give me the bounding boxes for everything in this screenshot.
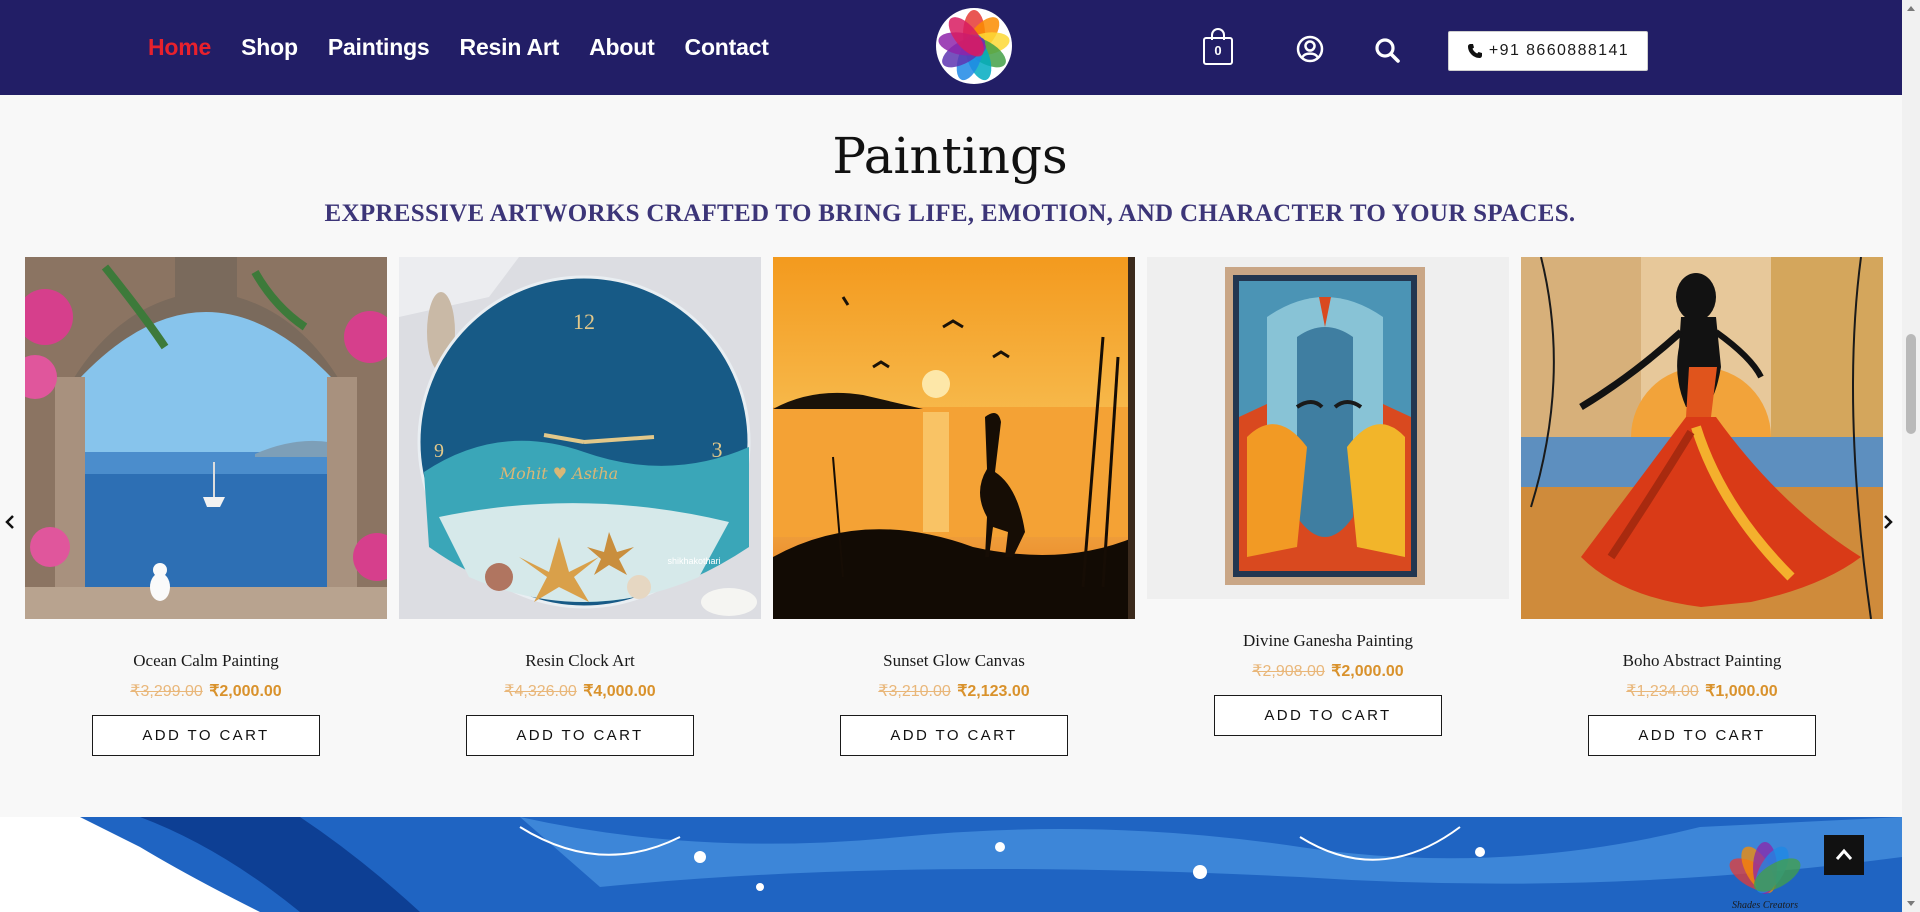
sale-price: ₹2,000.00 [209, 683, 282, 700]
product-image[interactable]: 12 3 9 Mohit ♥ Astha shikhakothari [399, 257, 761, 619]
paint-splash-icon [0, 817, 1902, 912]
product-image[interactable] [25, 257, 387, 619]
sale-price: ₹1,000.00 [1705, 683, 1778, 700]
phone-number: +91 8660888141 [1488, 42, 1630, 59]
sale-price: ₹4,000.00 [583, 683, 656, 700]
main-nav: Home Shop Paintings Resin Art About Cont… [148, 34, 769, 61]
product-name[interactable]: Sunset Glow Canvas [773, 651, 1135, 671]
scrollbar-thumb[interactable] [1906, 334, 1916, 434]
add-to-cart-button[interactable]: ADD TO CART [466, 715, 694, 756]
chevron-right-icon [1884, 515, 1893, 529]
product-price: ₹3,299.00 ₹2,000.00 [25, 681, 387, 701]
nav-item-paintings[interactable]: Paintings [328, 34, 430, 61]
product-name[interactable]: Resin Clock Art [399, 651, 761, 671]
boho-dancer-painting-icon [1521, 257, 1883, 619]
add-to-cart-button[interactable]: ADD TO CART [1588, 715, 1816, 756]
page-scrollbar[interactable] [1902, 0, 1920, 912]
site-logo[interactable] [934, 6, 1014, 86]
cart-button[interactable]: 0 [1201, 27, 1235, 67]
product-card: Divine Ganesha Painting ₹2,908.00 ₹2,000… [1147, 257, 1509, 736]
carousel-next-button[interactable] [1882, 514, 1898, 534]
sale-price: ₹2,000.00 [1331, 663, 1404, 680]
sunset-heron-painting-icon [773, 257, 1135, 619]
product-card: Boho Abstract Painting ₹1,234.00 ₹1,000.… [1521, 257, 1883, 756]
clock-twelve: 12 [573, 309, 595, 334]
paint-banner [0, 817, 1902, 912]
clock-names: Mohit ♥ Astha [499, 464, 618, 483]
lotus-logo-icon [936, 8, 1012, 84]
scroll-down-arrow-icon[interactable] [1907, 901, 1915, 906]
site-header: Home Shop Paintings Resin Art About Cont… [0, 0, 1902, 95]
resin-clock-icon: 12 3 9 Mohit ♥ Astha shikhakothari [399, 257, 761, 619]
section-subtitle: EXPRESSIVE ARTWORKS CRAFTED TO BRING LIF… [324, 200, 1576, 227]
product-price: ₹2,908.00 ₹2,000.00 [1147, 661, 1509, 681]
product-image[interactable] [1521, 257, 1883, 619]
chevron-up-icon [1835, 848, 1853, 860]
add-to-cart-button[interactable]: ADD TO CART [840, 715, 1068, 756]
banner-logo: Shades Creators [1714, 840, 1816, 912]
old-price: ₹2,908.00 [1252, 663, 1325, 680]
nav-item-home[interactable]: Home [148, 34, 211, 61]
nav-item-resin-art[interactable]: Resin Art [460, 34, 560, 61]
product-price: ₹4,326.00 ₹4,000.00 [399, 681, 761, 701]
search-button[interactable] [1374, 37, 1400, 63]
search-icon [1375, 38, 1400, 63]
product-card: 12 3 9 Mohit ♥ Astha shikhakothari Resin… [399, 257, 761, 756]
old-price: ₹1,234.00 [1626, 683, 1699, 700]
old-price: ₹3,299.00 [130, 683, 203, 700]
nav-item-shop[interactable]: Shop [241, 34, 298, 61]
account-button[interactable] [1296, 35, 1324, 63]
add-to-cart-button[interactable]: ADD TO CART [1214, 695, 1442, 736]
carousel-prev-button[interactable] [4, 514, 20, 534]
user-circle-icon [1296, 35, 1324, 63]
clock-nine: 9 [434, 440, 444, 462]
product-image[interactable] [1147, 257, 1509, 599]
banner-logo-text: Shades Creators [1732, 900, 1798, 911]
add-to-cart-button[interactable]: ADD TO CART [92, 715, 320, 756]
product-price: ₹3,210.00 ₹2,123.00 [773, 681, 1135, 701]
product-price: ₹1,234.00 ₹1,000.00 [1521, 681, 1883, 701]
product-card: Ocean Calm Painting ₹3,299.00 ₹2,000.00 … [25, 257, 387, 756]
sale-price: ₹2,123.00 [957, 683, 1030, 700]
phone-button[interactable]: +91 8660888141 [1448, 31, 1648, 71]
product-image[interactable] [773, 257, 1135, 619]
phone-icon [1467, 44, 1482, 58]
old-price: ₹4,326.00 [504, 683, 577, 700]
old-price: ₹3,210.00 [878, 683, 951, 700]
ocean-arch-painting-icon [25, 257, 387, 619]
lotus-logo-icon: Shades Creators [1729, 842, 1801, 911]
image-watermark: shikhakothari [667, 556, 720, 566]
scroll-to-top-button[interactable] [1824, 835, 1864, 875]
product-card: Sunset Glow Canvas ₹3,210.00 ₹2,123.00 A… [773, 257, 1135, 756]
ganesha-abstract-painting-icon [1147, 257, 1509, 599]
cart-count: 0 [1203, 37, 1233, 65]
scroll-up-arrow-icon[interactable] [1907, 6, 1915, 11]
chevron-left-icon [5, 515, 14, 529]
product-name[interactable]: Divine Ganesha Painting [1147, 631, 1509, 651]
product-name[interactable]: Boho Abstract Painting [1521, 651, 1883, 671]
product-name[interactable]: Ocean Calm Painting [25, 651, 387, 671]
clock-three: 3 [712, 437, 723, 462]
section-title: Paintings [832, 127, 1068, 185]
nav-item-contact[interactable]: Contact [685, 34, 769, 61]
nav-item-about[interactable]: About [589, 34, 655, 61]
